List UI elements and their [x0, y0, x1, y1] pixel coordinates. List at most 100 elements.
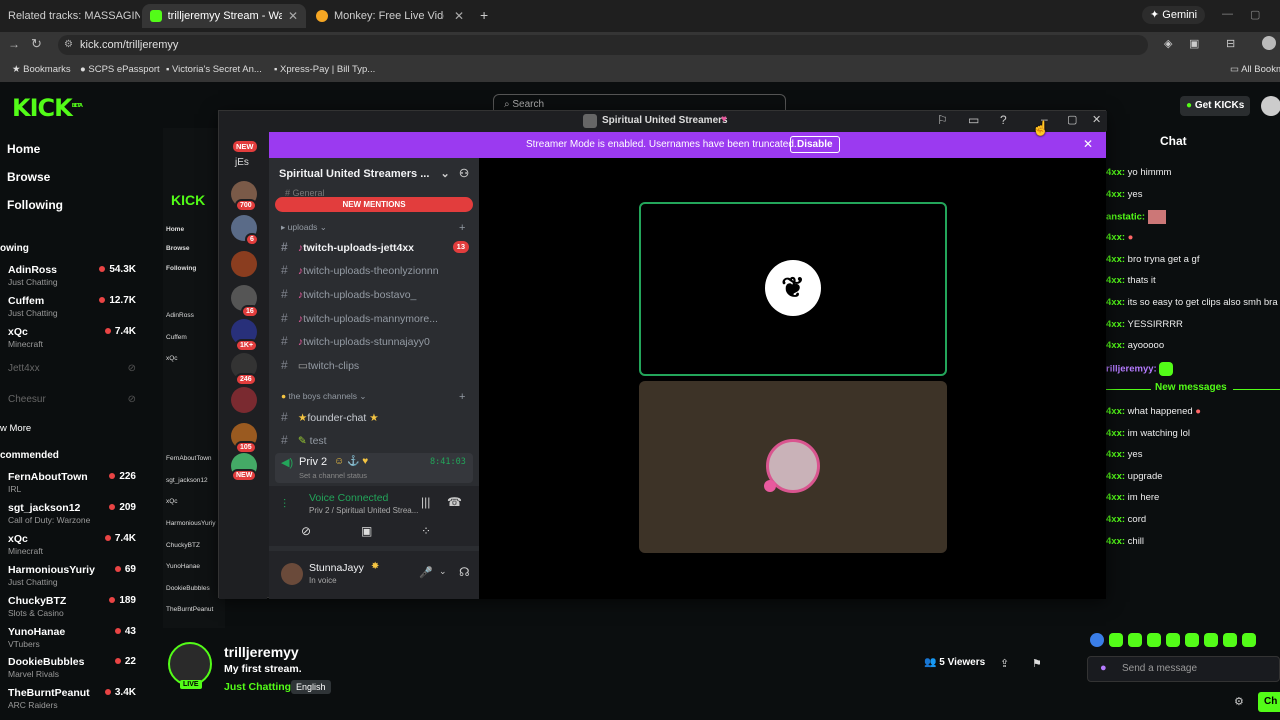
channel-item[interactable]: # ♪twitch-uploads-jett4xx 13: [281, 237, 475, 257]
show-more-link[interactable]: w More: [0, 423, 31, 434]
maximize-icon[interactable]: ▢: [1067, 113, 1077, 126]
tab-kick-stream[interactable]: trilljeremyy Stream - Watch Live ✕: [142, 4, 306, 28]
chat-username[interactable]: 4xx:: [1106, 232, 1125, 243]
inbox-icon[interactable]: ▭: [968, 113, 979, 127]
channel-item[interactable]: # ♪twitch-uploads-stunnajayy0: [281, 331, 475, 351]
emote-icon[interactable]: [1128, 633, 1142, 647]
forward-arrow-icon[interactable]: →: [8, 37, 20, 51]
microphone-icon[interactable]: 🎤: [419, 566, 433, 579]
emote-icon[interactable]: [1242, 633, 1256, 647]
help-icon[interactable]: ?: [1000, 113, 1007, 127]
kick-logo[interactable]: KICKBETA: [12, 94, 83, 122]
share-icon[interactable]: ⇪: [1000, 657, 1009, 670]
chat-username[interactable]: 4xx:: [1106, 471, 1125, 482]
channel-status-placeholder[interactable]: Set a channel status: [299, 471, 367, 480]
add-channel-icon[interactable]: +: [459, 222, 465, 234]
bookmark-item[interactable]: ▪ Victoria's Secret An...: [166, 64, 262, 75]
emote-icon[interactable]: [1166, 633, 1180, 647]
camera-off-icon[interactable]: ⊘: [301, 524, 311, 538]
chat-username[interactable]: 4xx:: [1106, 406, 1125, 417]
sidebar-channel-offline[interactable]: Jett4xx ⊘: [8, 363, 138, 374]
category-boys[interactable]: ● the boys channels ⌄ +: [281, 391, 465, 403]
sidebar-channel[interactable]: TheBurntPeanut ARC Raiders 3.4K: [8, 687, 138, 710]
close-tab-icon[interactable]: ✕: [454, 9, 464, 23]
chat-username[interactable]: 4xx:: [1106, 297, 1125, 308]
user-avatar[interactable]: [1261, 96, 1280, 116]
tab-related-tracks[interactable]: Related tracks: MASSAGING ME ✕: [0, 4, 140, 28]
chat-username[interactable]: 4xx:: [1106, 319, 1125, 330]
channel-item[interactable]: # ♪twitch-uploads-bostavo_: [281, 284, 475, 304]
sidebar-channel[interactable]: FernAboutTown IRL 226: [8, 471, 138, 494]
user-avatar[interactable]: [281, 563, 303, 585]
headphones-icon[interactable]: ☊: [459, 565, 470, 579]
user-name[interactable]: StunnaJayy: [309, 562, 364, 574]
chat-send-button[interactable]: Ch: [1258, 692, 1280, 712]
new-tab-plus-icon[interactable]: +: [480, 7, 488, 23]
activities-icon[interactable]: ⁘: [421, 524, 431, 538]
url-field[interactable]: ⚙ kick.com/trilljeremyy: [58, 35, 1148, 55]
mic-icon[interactable]: ●: [1100, 662, 1107, 674]
bookmark-item[interactable]: ● SCPS ePassport: [80, 64, 160, 75]
language-tag[interactable]: English: [291, 680, 331, 694]
channel-item[interactable]: # ♪twitch-uploads-theonlyzionnn: [281, 260, 475, 280]
stream-category-link[interactable]: Just Chatting: [224, 681, 291, 693]
noise-suppression-icon[interactable]: |||: [421, 495, 430, 509]
video-tile[interactable]: [639, 381, 947, 553]
tab-monkey[interactable]: Monkey: Free Live Video Chat ✕: [308, 4, 472, 28]
folder-label[interactable]: jEs: [235, 157, 249, 168]
nav-following[interactable]: Following: [7, 198, 63, 212]
emote-icon[interactable]: [1147, 633, 1161, 647]
server-icon[interactable]: [231, 251, 257, 277]
close-tab-icon[interactable]: ✕: [288, 9, 298, 23]
puzzle-extensions-icon[interactable]: ▣: [1189, 37, 1199, 50]
get-kicks-button[interactable]: ● Get KICKs: [1180, 96, 1251, 116]
profile-avatar[interactable]: [1262, 36, 1276, 50]
emote-icon[interactable]: [1185, 633, 1199, 647]
emote-icon[interactable]: [1090, 633, 1104, 647]
sidebar-channel[interactable]: Cuffem Just Chatting 12.7K: [8, 295, 138, 318]
chat-username[interactable]: 4xx:: [1106, 492, 1125, 503]
channel-item[interactable]: # ▭twitch-clips: [281, 355, 475, 375]
close-window-icon[interactable]: ✕: [1092, 113, 1101, 126]
chat-username[interactable]: 4xx:: [1106, 449, 1125, 460]
chat-username[interactable]: 4xx:: [1106, 189, 1125, 200]
chat-username[interactable]: anstatic:: [1106, 212, 1145, 223]
bookmark-item[interactable]: ▪ Xpress-Pay | Bill Typ...: [274, 64, 375, 75]
nav-browse[interactable]: Browse: [7, 170, 50, 184]
chat-username[interactable]: 4xx:: [1106, 536, 1125, 547]
add-member-icon[interactable]: ⚇: [459, 167, 469, 180]
sidebar-channel[interactable]: YunoHanae VTubers 43: [8, 626, 138, 649]
disconnect-icon[interactable]: ☎: [447, 495, 462, 509]
server-icon[interactable]: [231, 387, 257, 413]
chat-username[interactable]: 4xx:: [1106, 514, 1125, 525]
sidebar-channel[interactable]: xQc Minecraft 7.4K: [8, 533, 138, 556]
sidebar-channel[interactable]: sgt_jackson12 Call of Duty: Warzone 209: [8, 502, 138, 525]
channel-item[interactable]: # ✎ test: [281, 430, 475, 450]
follow-user-icon[interactable]: ⚑: [1032, 657, 1042, 670]
emote-icon[interactable]: [1109, 633, 1123, 647]
new-mentions-pill[interactable]: NEW MENTIONS: [275, 197, 473, 212]
chat-username[interactable]: 4xx:: [1106, 340, 1125, 351]
site-info-icon[interactable]: ⚙: [64, 35, 73, 55]
sidebar-channel[interactable]: HarmoniousYuriy Just Chatting 69: [8, 564, 138, 587]
nav-home[interactable]: Home: [7, 142, 40, 156]
chat-username[interactable]: 4xx:: [1106, 167, 1125, 178]
chat-message-input[interactable]: ● Send a message: [1087, 656, 1280, 682]
add-channel-icon[interactable]: +: [459, 391, 465, 403]
sidebar-channel[interactable]: xQc Minecraft 7.4K: [8, 326, 138, 349]
chat-settings-gear-icon[interactable]: ⚙: [1234, 695, 1244, 708]
flag-icon[interactable]: ⚐: [937, 113, 948, 127]
chevron-down-icon[interactable]: ⌄: [439, 566, 447, 577]
chat-username[interactable]: 4xx:: [1106, 428, 1125, 439]
disable-streamer-mode-button[interactable]: Disable: [790, 136, 840, 153]
all-bookmarks[interactable]: ▭ All Bookm: [1230, 64, 1280, 75]
sidebar-channel[interactable]: ChuckyBTZ Slots & Casino 189: [8, 595, 138, 618]
video-tile-speaking[interactable]: ❦: [639, 202, 947, 376]
channel-item[interactable]: # ♪twitch-uploads-mannymore...: [281, 308, 475, 328]
server-header[interactable]: Spiritual United Streamers ... ⌄ ⚇: [279, 167, 475, 180]
chat-username[interactable]: rilljeremyy:: [1106, 364, 1157, 375]
tab-search-icon[interactable]: ⊟: [1226, 37, 1235, 50]
chat-username[interactable]: 4xx:: [1106, 275, 1125, 286]
voice-location[interactable]: Priv 2 / Spiritual United Strea...: [309, 506, 418, 515]
voice-channel-item[interactable]: ◀) Priv 2 ☺ ⚓ ♥ 8:41:03 Set a channel st…: [275, 453, 473, 483]
